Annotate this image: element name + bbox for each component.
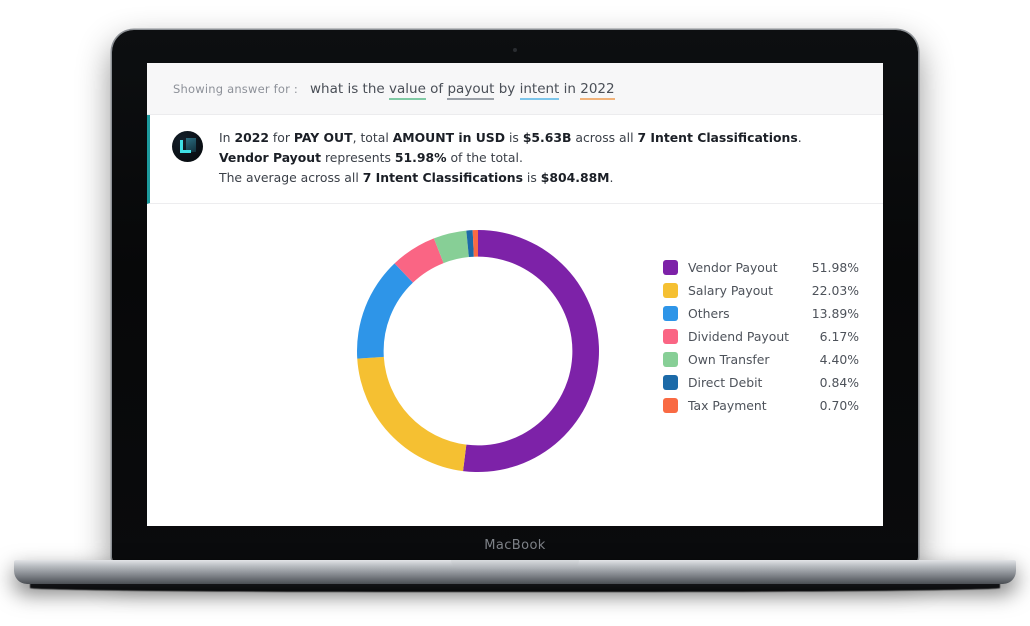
laptop-base-notch <box>451 560 579 569</box>
chart-legend: Vendor Payout 51.98% Salary Payout 22.03% Ot… <box>663 256 859 416</box>
legend-value: 4.40% <box>819 351 859 367</box>
legend-row[interactable]: Dividend Payout 6.17% <box>663 325 859 348</box>
answer-line-1: In 2022 for PAY OUT, total AMOUNT in USD… <box>219 128 802 148</box>
legend-label: Salary Payout <box>688 283 773 299</box>
laptop-base <box>14 560 1016 584</box>
legend-row[interactable]: Own Transfer 4.40% <box>663 348 859 371</box>
legend-swatch-icon <box>663 306 678 321</box>
legend-label: Vendor Payout <box>688 260 778 276</box>
donut-slice[interactable] <box>357 357 467 472</box>
legend-row[interactable]: Direct Debit 0.84% <box>663 371 859 394</box>
answer-l1-p6: . <box>797 130 802 145</box>
answer-text-block: In 2022 for PAY OUT, total AMOUNT in USD… <box>219 128 802 188</box>
answer-l2-share: 51.98% <box>394 150 447 166</box>
answer-l2-top-category: Vendor Payout <box>219 150 322 166</box>
answer-l3-p1: The average across all <box>219 170 363 186</box>
legend-row[interactable]: Salary Payout 22.03% <box>663 279 859 302</box>
answer-l3-classes: 7 Intent Classifications <box>362 170 523 186</box>
legend-swatch-icon <box>663 283 678 299</box>
answer-l3-p3: . <box>609 170 614 186</box>
answer-l1-measure: AMOUNT in USD <box>392 130 506 145</box>
macbook-wordmark: MacBook <box>484 538 546 553</box>
legend-label: Tax Payment <box>688 397 767 413</box>
donut-slice[interactable] <box>357 263 413 359</box>
query-token-plain-1: what is the <box>310 80 389 97</box>
answer-l1-classes: 7 Intent Classifications <box>637 130 798 145</box>
legend-row[interactable]: Others 13.89% <box>663 302 859 325</box>
laptop-screen: Showing answer for : what is the value o… <box>147 63 883 526</box>
query-token-plain-4: in <box>559 80 581 97</box>
query-token-intent[interactable]: intent <box>519 80 560 100</box>
answer-l1-flow: PAY OUT <box>293 130 353 145</box>
legend-swatch-icon <box>663 260 678 276</box>
brand-logo-shape-l <box>180 140 191 153</box>
legend-label: Direct Debit <box>688 374 763 390</box>
chart-area: Vendor Payout 51.98% Salary Payout 22.03% Ot… <box>147 204 883 526</box>
query-token-year[interactable]: 2022 <box>580 80 615 100</box>
legend-value: 51.98% <box>811 260 859 276</box>
legend-value: 22.03% <box>811 283 859 299</box>
legend-value: 0.84% <box>819 374 859 390</box>
legend-swatch-icon <box>663 397 678 413</box>
legend-label: Others <box>688 306 730 321</box>
laptop-lid: Showing answer for : what is the value o… <box>112 30 918 563</box>
answer-l1-p3: , total <box>352 130 393 145</box>
answer-l2-p1: represents <box>321 150 395 166</box>
legend-label: Own Transfer <box>688 351 770 367</box>
answer-l1-p1: In <box>219 130 235 145</box>
screenshot-stage: Showing answer for : what is the value o… <box>0 0 1030 626</box>
legend-row[interactable]: Vendor Payout 51.98% <box>663 256 859 279</box>
query-token-plain-2: of <box>425 80 448 97</box>
donut-chart-svg[interactable] <box>345 218 611 484</box>
legend-row[interactable]: Tax Payment 0.70% <box>663 394 859 417</box>
query-token-payout[interactable]: payout <box>447 80 495 100</box>
query-token-value[interactable]: value <box>389 80 426 100</box>
answer-l3-p2: is <box>522 170 541 186</box>
answer-line-2: Vendor Payout represents 51.98% of the t… <box>219 148 802 168</box>
legend-label: Dividend Payout <box>688 328 790 344</box>
answer-l1-p4: is <box>505 130 523 145</box>
query-text[interactable]: what is the value of payout by intent in… <box>310 80 615 100</box>
answer-l1-total: $5.63B <box>522 130 572 145</box>
query-bar[interactable]: Showing answer for : what is the value o… <box>147 63 883 115</box>
legend-swatch-icon <box>663 351 678 367</box>
legend-value: 13.89% <box>811 306 859 321</box>
answer-card: In 2022 for PAY OUT, total AMOUNT in USD… <box>147 115 883 205</box>
answer-l3-average: $804.88M <box>540 170 610 186</box>
answer-line-3: The average across all 7 Intent Classifi… <box>219 168 802 188</box>
legend-value: 0.70% <box>819 397 859 413</box>
answer-l1-p2: for <box>268 130 294 145</box>
legend-value: 6.17% <box>819 328 859 344</box>
answer-l1-p5: across all <box>571 130 638 145</box>
answer-l2-p2: of the total. <box>446 150 523 166</box>
donut-chart[interactable] <box>345 218 611 484</box>
legend-swatch-icon <box>663 328 678 344</box>
query-prefix-label: Showing answer for : <box>173 81 299 96</box>
brand-logo-icon <box>172 131 203 162</box>
donut-slice[interactable] <box>463 230 600 473</box>
webcam-icon <box>513 48 517 52</box>
answer-l1-year: 2022 <box>234 130 269 145</box>
legend-swatch-icon <box>663 374 678 390</box>
query-token-plain-3: by <box>494 80 520 97</box>
